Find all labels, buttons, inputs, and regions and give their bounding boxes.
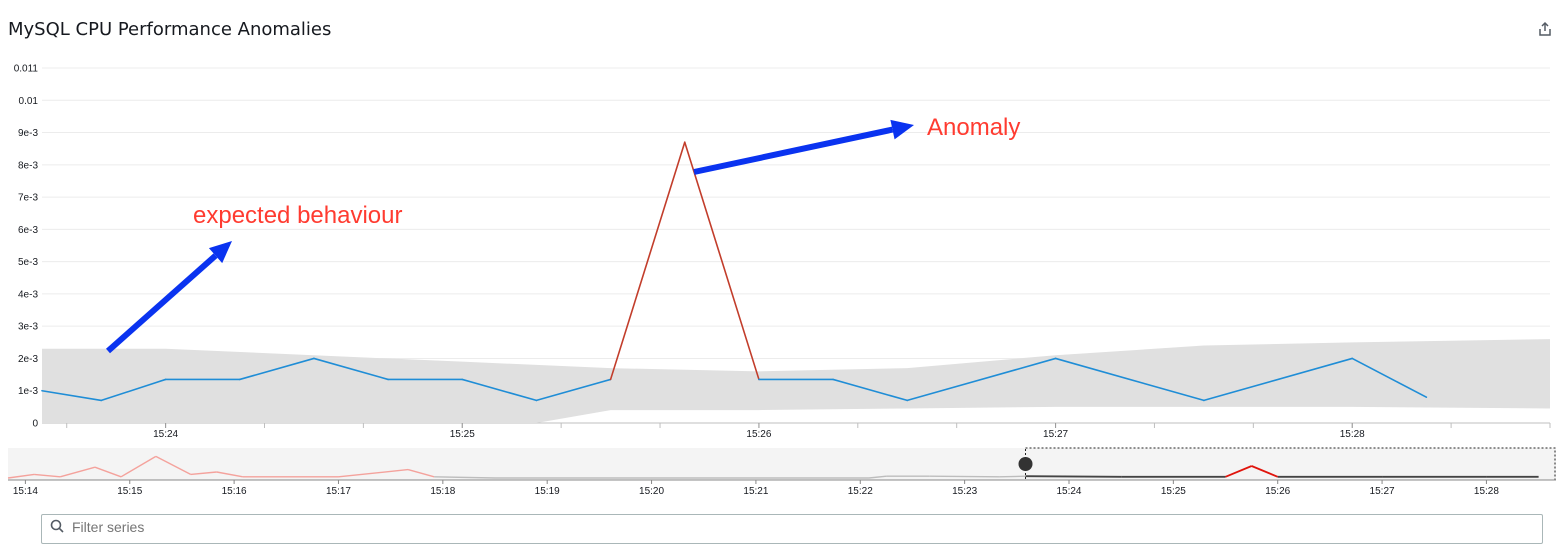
navigator-tick-label: 15:14 (13, 486, 38, 497)
y-tick-label: 9e-3 (18, 128, 38, 139)
y-tick-label: 0.011 (14, 64, 39, 75)
annotation-anomaly: Anomaly (927, 114, 1020, 141)
anomaly-segment (683, 141, 760, 381)
expected-band (42, 339, 1550, 423)
arrow-head (890, 119, 914, 140)
y-tick-label: 0 (32, 419, 38, 430)
y-tick-label: 0.01 (19, 96, 39, 107)
navigator-tick-label: 15:28 (1474, 486, 1499, 497)
y-tick-label: 5e-3 (18, 257, 38, 268)
main-chart: 0 1e-3 2e-3 3e-3 4e-3 5e-3 6e-3 7e-3 8e-3 9e-3 0.0… (14, 64, 1551, 440)
navigator-tick-label: 15:26 (1265, 486, 1290, 497)
y-tick-label: 8e-3 (18, 160, 38, 171)
navigator-tick-label: 15:21 (743, 486, 768, 497)
navigator-tick-label: 15:15 (117, 486, 142, 497)
navigator-handle[interactable] (1018, 457, 1033, 471)
navigator-tick-label: 15:27 (1370, 486, 1395, 497)
navigator-segment (1025, 475, 1122, 478)
navigator-segment (999, 475, 1026, 478)
panel-title: MySQL CPU Performance Anomalies (8, 19, 332, 40)
x-tick-label: 15:27 (1043, 429, 1068, 440)
y-tick-label: 4e-3 (18, 289, 38, 300)
annotation-expected: expected behaviour (193, 202, 402, 229)
y-tick-label: 3e-3 (18, 322, 38, 333)
navigator-tick-label: 15:22 (848, 486, 873, 497)
filter-series-field[interactable] (41, 514, 1543, 544)
x-tick-label: 15:28 (1340, 429, 1365, 440)
anomaly-segment (609, 141, 686, 381)
navigator-tick-label: 15:17 (326, 486, 351, 497)
x-tick-label: 15:25 (450, 429, 475, 440)
navigator-tick-label: 15:18 (430, 486, 455, 497)
share-icon[interactable] (1536, 20, 1554, 38)
navigator-tick-label: 15:20 (639, 486, 664, 497)
navigator-tick-label: 15:16 (222, 486, 247, 497)
arrow-shaft (106, 253, 218, 354)
y-tick-label: 2e-3 (18, 354, 38, 365)
expected-arrow-icon (106, 241, 232, 354)
x-tick-label: 15:24 (153, 429, 178, 440)
navigator-segment (929, 475, 1000, 478)
navigator-background (8, 448, 1556, 480)
navigator-tick-label: 15:19 (535, 486, 560, 497)
navigator-tick-label: 15:24 (1056, 486, 1081, 497)
y-tick-label: 6e-3 (18, 225, 38, 236)
y-tick-label: 1e-3 (18, 386, 38, 397)
navigator-chart[interactable]: 15:14 15:15 15:16 15:17 15:18 15:19 15:20 15:21… (0, 443, 1566, 503)
y-tick-label: 7e-3 (18, 193, 38, 204)
navigator-tick-label: 15:25 (1161, 486, 1186, 497)
anomaly-arrow-icon (693, 119, 914, 175)
filter-series-input[interactable] (70, 518, 474, 536)
x-tick-label: 15:26 (746, 429, 771, 440)
search-icon (50, 519, 64, 533)
metric-panel: MySQL CPU Performance Anomalies 0 1e-3 2e-… (0, 0, 1566, 544)
navigator-tick-label: 15:23 (952, 486, 977, 497)
arrow-shaft (693, 126, 894, 175)
